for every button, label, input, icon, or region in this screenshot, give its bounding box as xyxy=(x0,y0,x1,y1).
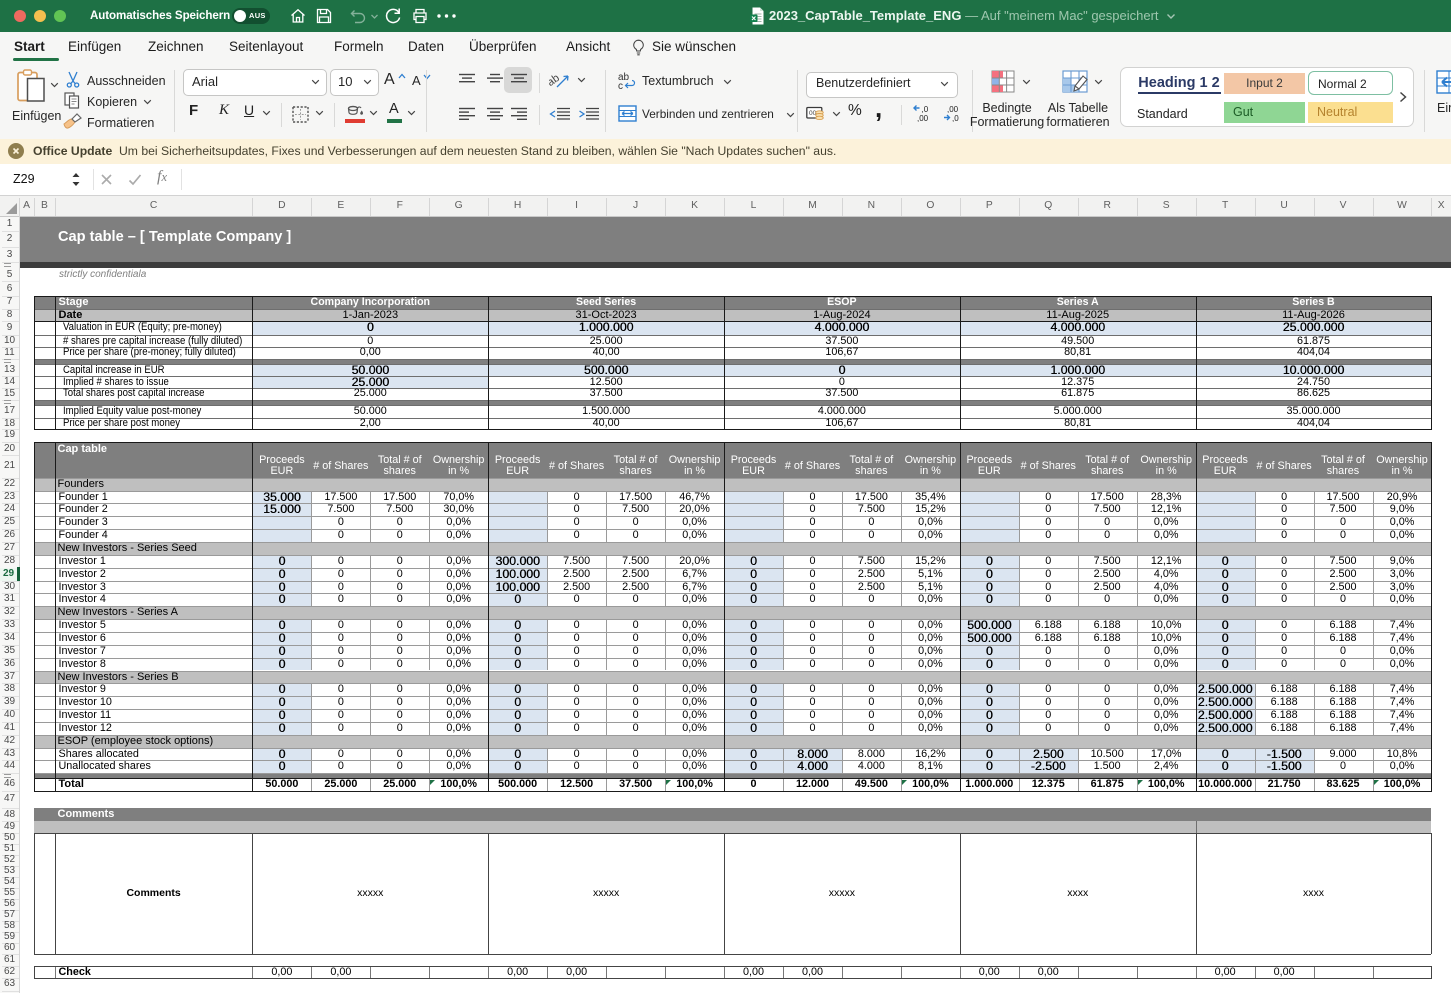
svg-text:,0: ,0 xyxy=(952,114,959,122)
svg-text:c: c xyxy=(618,81,623,90)
svg-text:,00: ,00 xyxy=(917,114,929,122)
svg-text:,00: ,00 xyxy=(947,105,959,114)
svg-text:,0: ,0 xyxy=(922,105,929,114)
svg-text:ab: ab xyxy=(549,72,562,89)
